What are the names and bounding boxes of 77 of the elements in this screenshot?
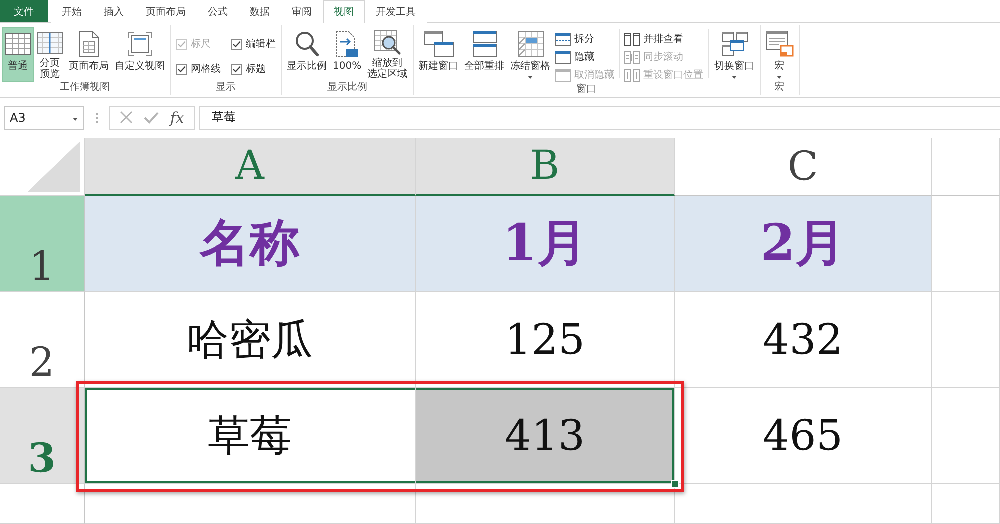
two-pages-icon [624,32,640,46]
row-header[interactable]: 2 [0,292,85,388]
arrange-all-button[interactable]: 全部重排 [462,27,508,82]
zoom-to-selection-button[interactable]: 缩放到 选定区域 [364,27,411,82]
split-button[interactable]: 拆分 [554,30,616,48]
caret-icon [732,76,738,79]
row-header[interactable] [0,484,85,524]
checkbox[interactable] [176,64,187,74]
table-cell: 1月 [416,196,675,292]
table-cell: 413 [416,388,675,484]
window-icon [554,50,571,64]
macros-button[interactable]: 宏 [762,27,797,82]
checkbox[interactable] [231,38,242,50]
table-cell: 2月 [675,196,932,292]
frozen-grid-icon [518,31,544,57]
checkbox[interactable] [231,64,242,74]
column-header[interactable]: C [675,138,932,196]
magnifier-icon [295,31,319,57]
page-icon [79,31,99,57]
insert-function-button[interactable]: fx [170,110,184,126]
custom-views-button[interactable]: 自定义视图 [112,27,168,82]
window-frame-icon [128,32,152,56]
group-label: 显示比例 [326,82,368,95]
window-icon [554,68,571,82]
page-grid-icon [37,32,63,54]
table-cell: 名称 [85,196,416,292]
checkmark-icon [178,40,186,48]
enter-checkmark-icon[interactable] [144,112,159,124]
checkbox-label[interactable]: 编辑栏 [246,37,276,51]
group-label: 窗口 [576,84,598,96]
freeze-panes-button[interactable]: 冻结窗格 [508,27,554,82]
table-cell: 哈密瓜 [85,292,416,388]
zoom-button[interactable]: 显示比例 [284,27,330,82]
name-box[interactable]: A3 [4,106,84,130]
checkbox-label[interactable]: 网格线 [191,62,221,76]
hide-button[interactable]: 隐藏 [554,48,616,66]
scrolling-pages-icon [624,50,640,64]
cancel-icon[interactable] [120,111,133,124]
checkmark-icon [232,40,240,48]
table-cell: 草莓 [85,388,416,484]
windows-icon [424,31,454,57]
checkmark-icon [232,66,240,72]
caret-icon [777,76,782,79]
two-pages-icon [624,68,640,82]
caret-icon [528,76,534,79]
switch-windows-button[interactable]: 切换窗口 [712,27,758,82]
group-label: 工作簿视图 [59,82,111,95]
checkbox-label[interactable]: 标题 [246,62,266,76]
new-window-button[interactable]: 新建窗口 [416,27,462,82]
checkmark-icon [178,66,186,72]
page-layout-button[interactable]: 页面布局 [66,27,112,82]
grid-icon [5,33,31,55]
switch-windows-icon [722,32,748,56]
group-label: 显示 [215,82,237,95]
table-cell: 125 [416,292,675,388]
column-header[interactable] [932,138,1000,196]
table-cell [932,484,1000,524]
caret-icon [73,118,78,121]
fill-handle[interactable] [671,480,679,488]
column-header[interactable]: B [416,138,675,196]
page-break-preview-button[interactable]: 分页 预览 [34,27,66,82]
group-label: 宏 [774,82,786,95]
ribbon-tab[interactable]: 视图 [323,0,365,23]
view-side-by-side-button[interactable]: 并排查看 [622,30,705,48]
page-arrow-icon [336,31,358,57]
grid-magnifier-icon [374,30,402,56]
row-header[interactable]: 1 [0,196,85,292]
column-header[interactable]: A [85,138,416,196]
table-cell: 432 [675,292,932,388]
zoom-100-button[interactable]: 100% [330,27,365,82]
formula-input[interactable]: 草莓 [199,106,1000,130]
file-tab[interactable]: 文件 [0,0,48,22]
split-window-icon [554,32,571,46]
normal-view-button[interactable]: 普通 [2,27,34,82]
row-header[interactable]: 3 [0,388,85,484]
stacked-windows-icon [472,31,497,57]
macro-sheet-icon [766,31,794,57]
